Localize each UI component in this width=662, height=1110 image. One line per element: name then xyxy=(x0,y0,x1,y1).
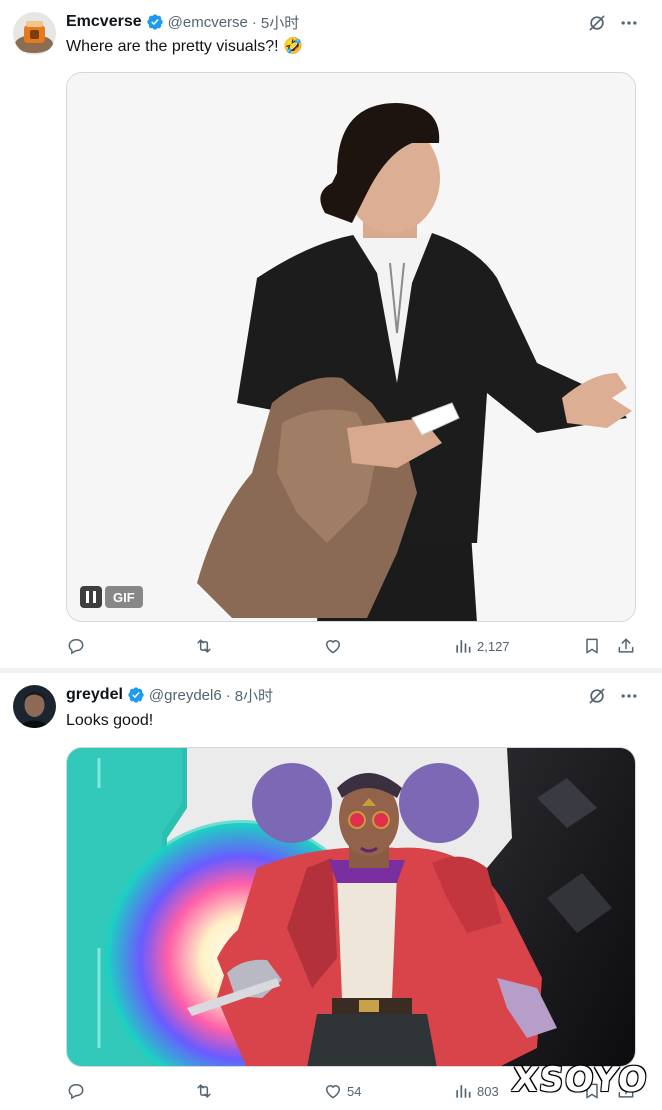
timestamp[interactable]: 5小时 xyxy=(261,12,299,33)
retweet-icon xyxy=(197,639,211,653)
more-icon[interactable] xyxy=(618,685,640,707)
share-button[interactable] xyxy=(616,636,636,656)
view-count: 2,127 xyxy=(477,638,510,654)
bookmark-button[interactable] xyxy=(582,636,602,656)
tweet-header: Emcverse @emcverse · 5小时 xyxy=(66,12,642,32)
retweet-icon xyxy=(197,1084,211,1098)
retweet-button[interactable] xyxy=(194,1081,218,1101)
tweet-header-actions xyxy=(586,685,640,707)
timestamp[interactable]: 8小时 xyxy=(235,685,273,706)
gif-badge: GIF xyxy=(105,586,143,608)
grok-icon[interactable] xyxy=(586,12,608,34)
grok-icon[interactable] xyxy=(586,685,608,707)
display-name[interactable]: Emcverse xyxy=(66,13,142,31)
tweet[interactable]: Emcverse @emcverse · 5小时 Where are the p… xyxy=(0,0,662,668)
views-button[interactable]: 2,127 xyxy=(453,636,510,656)
bookmark-icon xyxy=(586,638,598,654)
separator: · xyxy=(225,686,231,704)
pause-icon[interactable] xyxy=(80,586,102,608)
reply-button[interactable] xyxy=(66,636,90,656)
avatar[interactable] xyxy=(13,12,56,55)
separator: · xyxy=(251,13,257,31)
tweet-image[interactable] xyxy=(66,747,636,1067)
view-count: 803 xyxy=(477,1083,499,1099)
tweet-text: Where are the pretty visuals?! 🤣 xyxy=(66,38,303,55)
tweet-header: greydel @greydel6 · 8小时 xyxy=(66,685,642,705)
avatar[interactable] xyxy=(13,685,56,728)
more-icon[interactable] xyxy=(618,12,640,34)
reply-icon xyxy=(68,1084,84,1100)
retweet-button[interactable] xyxy=(194,636,218,656)
handle[interactable]: @greydel6 xyxy=(149,687,222,704)
image-illustration xyxy=(67,748,635,1066)
views-icon xyxy=(456,640,471,653)
watermark: XSOYO xyxy=(510,1060,651,1100)
verified-icon xyxy=(128,687,144,703)
gif-illustration xyxy=(67,73,635,621)
tweet-actions: 2,127 xyxy=(66,634,641,658)
like-count: 54 xyxy=(347,1083,362,1099)
timeline-feed: Emcverse @emcverse · 5小时 Where are the p… xyxy=(0,0,662,1110)
display-name[interactable]: greydel xyxy=(66,686,123,704)
reply-icon xyxy=(68,639,84,655)
tweet-header-actions xyxy=(586,12,640,34)
like-icon xyxy=(325,1085,341,1099)
handle[interactable]: @emcverse xyxy=(168,14,248,31)
views-button[interactable]: 803 xyxy=(453,1081,499,1101)
verified-icon xyxy=(146,14,163,30)
gif-controls: GIF xyxy=(80,586,143,608)
reply-button[interactable] xyxy=(66,1081,90,1101)
like-button[interactable] xyxy=(323,636,347,656)
tweet-gif[interactable]: GIF xyxy=(66,72,636,622)
like-button[interactable]: 54 xyxy=(323,1081,361,1101)
tweet-text: Looks good! xyxy=(66,712,154,729)
views-icon xyxy=(456,1085,471,1098)
share-icon xyxy=(618,638,634,653)
like-icon xyxy=(325,640,341,654)
tweet[interactable]: greydel @greydel6 · 8小时 Looks good! 54 8… xyxy=(0,673,662,1110)
